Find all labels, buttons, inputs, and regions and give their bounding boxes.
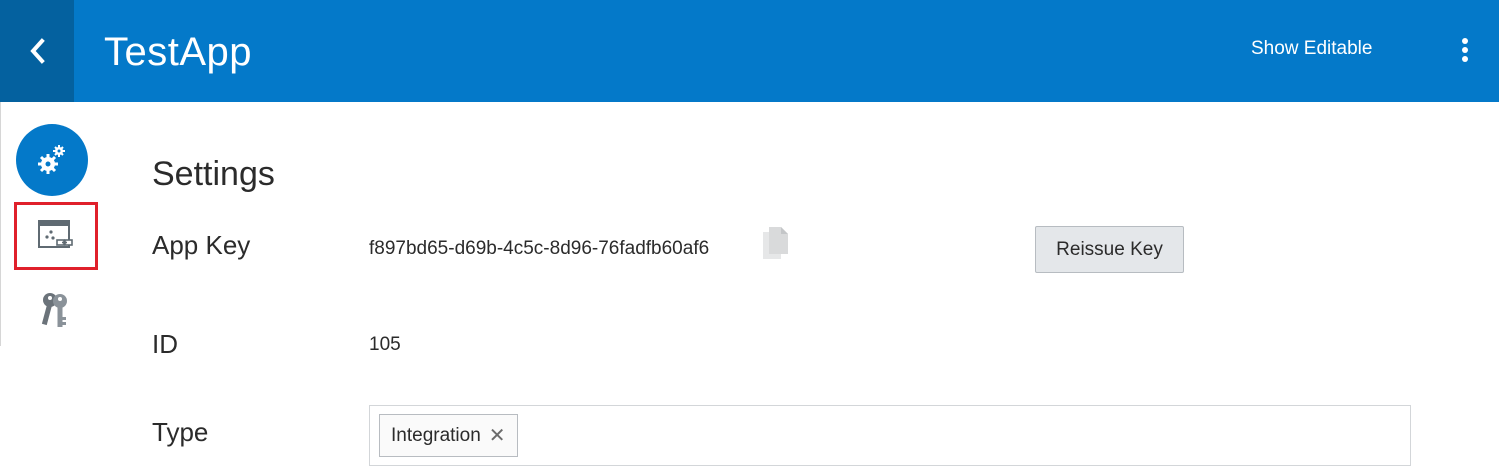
settings-gears-icon [38, 145, 65, 174]
back-button[interactable] [0, 0, 74, 102]
keys-icon [41, 293, 67, 327]
app-title: TestApp [104, 30, 253, 74]
app-integration-icon [38, 220, 73, 248]
type-label: Type [152, 417, 209, 447]
sidebar-nav [0, 102, 98, 346]
chevron-left-icon [30, 38, 45, 64]
app-key-value: f897bd65-d69b-4c5c-8d96-76fadfb60af6 [369, 238, 710, 259]
show-editable-link[interactable]: Show Editable [1251, 38, 1372, 60]
reissue-key-button[interactable]: Reissue Key [1035, 226, 1184, 273]
sidebar-item-keys[interactable] [37, 290, 73, 330]
type-select-field[interactable]: Integration ✕ [369, 405, 1411, 466]
kebab-vertical-icon [1462, 38, 1468, 44]
sidebar-item-app-integration[interactable] [14, 202, 98, 270]
id-label: ID [152, 329, 178, 359]
copy-icon [763, 227, 788, 259]
page-title: Settings [152, 155, 275, 193]
copy-key-button[interactable] [760, 226, 790, 260]
app-key-label: App Key [152, 230, 251, 260]
id-value: 105 [369, 334, 401, 355]
app-header: TestApp Show Editable [0, 0, 1499, 102]
chip-label: Integration [391, 424, 481, 446]
type-chip-integration: Integration ✕ [379, 414, 518, 457]
more-menu-button[interactable] [1455, 34, 1475, 66]
remove-chip-icon[interactable]: ✕ [489, 426, 506, 446]
sidebar-item-settings[interactable] [16, 124, 88, 196]
